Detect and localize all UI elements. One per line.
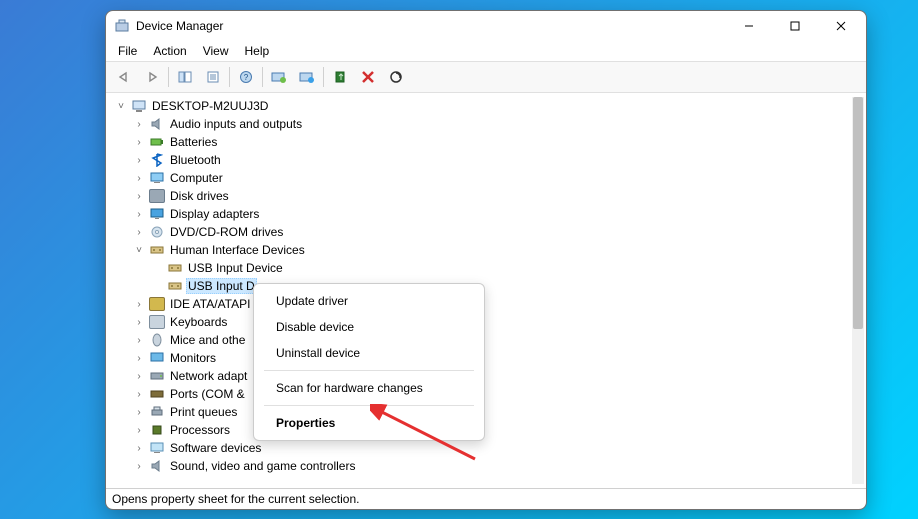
printer-icon (149, 404, 165, 420)
expand-icon[interactable]: › (132, 315, 146, 329)
dvd-icon (149, 224, 165, 240)
menu-view[interactable]: View (195, 42, 237, 60)
enable-device-button[interactable] (294, 65, 320, 89)
ctx-properties[interactable]: Properties (254, 410, 484, 436)
context-menu: Update driver Disable device Uninstall d… (253, 283, 485, 441)
toolbar: ? (106, 61, 866, 93)
ctx-scan-hardware[interactable]: Scan for hardware changes (254, 375, 484, 401)
mouse-icon (149, 332, 165, 348)
tree-node[interactable]: ›Software devices (110, 439, 850, 457)
back-button[interactable] (111, 65, 137, 89)
tree-node[interactable]: ˅Human Interface Devices (110, 241, 850, 259)
expand-icon[interactable]: › (132, 153, 146, 167)
tree-node[interactable]: ›Disk drives (110, 187, 850, 205)
sound-icon (149, 458, 165, 474)
battery-icon (149, 134, 165, 150)
titlebar[interactable]: Device Manager (106, 11, 866, 41)
status-text: Opens property sheet for the current sel… (112, 492, 359, 506)
maximize-button[interactable] (772, 11, 818, 41)
hid-icon (149, 242, 165, 258)
expand-icon[interactable]: › (132, 369, 146, 383)
expand-icon[interactable]: › (132, 171, 146, 185)
bluetooth-icon (149, 152, 165, 168)
disk-icon (149, 188, 165, 204)
tree-pane: ˅ DESKTOP-M2UUJ3D ›Audio inputs and outp… (106, 93, 866, 488)
properties-button[interactable] (200, 65, 226, 89)
menubar: File Action View Help (106, 41, 866, 61)
expand-icon[interactable]: › (132, 189, 146, 203)
expand-icon[interactable]: › (132, 387, 146, 401)
ctx-separator (264, 405, 474, 406)
tree-node[interactable]: ›Computer (110, 169, 850, 187)
statusbar: Opens property sheet for the current sel… (106, 488, 866, 509)
scrollbar-thumb[interactable] (853, 97, 863, 329)
ide-icon (149, 296, 165, 312)
tree-node[interactable]: ›Sound, video and game controllers (110, 457, 850, 475)
processor-icon (149, 422, 165, 438)
tree-root[interactable]: ˅ DESKTOP-M2UUJ3D (110, 97, 850, 115)
expand-icon[interactable]: › (132, 405, 146, 419)
device-manager-window: Device Manager File Action View Help ? (105, 10, 867, 510)
tree-node[interactable]: ›Batteries (110, 133, 850, 151)
expand-icon[interactable]: › (132, 207, 146, 221)
tree-node[interactable]: ›DVD/CD-ROM drives (110, 223, 850, 241)
tree-node[interactable]: ›Bluetooth (110, 151, 850, 169)
expand-icon[interactable]: › (132, 423, 146, 437)
ctx-uninstall-device[interactable]: Uninstall device (254, 340, 484, 366)
ctx-separator (264, 370, 474, 371)
tree-node[interactable]: ›Audio inputs and outputs (110, 115, 850, 133)
expand-icon[interactable]: › (132, 441, 146, 455)
computer-icon (149, 170, 165, 186)
keyboard-icon (149, 314, 165, 330)
menu-help[interactable]: Help (237, 42, 278, 60)
tree-node[interactable]: ›Display adapters (110, 205, 850, 223)
hid-icon (167, 278, 183, 294)
remove-button[interactable] (355, 65, 381, 89)
vertical-scrollbar[interactable] (852, 97, 864, 484)
help-button[interactable]: ? (233, 65, 259, 89)
app-icon (114, 18, 130, 34)
expand-icon[interactable]: › (132, 351, 146, 365)
minimize-button[interactable] (726, 11, 772, 41)
forward-button[interactable] (139, 65, 165, 89)
ctx-disable-device[interactable]: Disable device (254, 314, 484, 340)
scan-hardware-button[interactable] (383, 65, 409, 89)
computer-icon (131, 98, 147, 114)
expand-icon[interactable]: › (132, 333, 146, 347)
uninstall-button[interactable] (327, 65, 353, 89)
collapse-icon[interactable]: ˅ (132, 243, 146, 257)
menu-action[interactable]: Action (145, 42, 194, 60)
audio-icon (149, 116, 165, 132)
window-title: Device Manager (136, 19, 726, 33)
show-hide-tree-button[interactable] (172, 65, 198, 89)
ctx-update-driver[interactable]: Update driver (254, 288, 484, 314)
expand-icon[interactable]: › (132, 459, 146, 473)
hid-icon (167, 260, 183, 276)
svg-text:?: ? (244, 73, 249, 82)
collapse-icon[interactable]: ˅ (114, 99, 128, 113)
update-driver-button[interactable] (266, 65, 292, 89)
expand-icon[interactable]: › (132, 117, 146, 131)
software-icon (149, 440, 165, 456)
monitor-icon (149, 350, 165, 366)
ports-icon (149, 386, 165, 402)
close-button[interactable] (818, 11, 864, 41)
expand-icon[interactable]: › (132, 297, 146, 311)
display-icon (149, 206, 165, 222)
network-icon (149, 368, 165, 384)
expand-icon[interactable]: › (132, 225, 146, 239)
expand-icon[interactable]: › (132, 135, 146, 149)
menu-file[interactable]: File (110, 42, 145, 60)
tree-leaf[interactable]: USB Input Device (110, 259, 850, 277)
